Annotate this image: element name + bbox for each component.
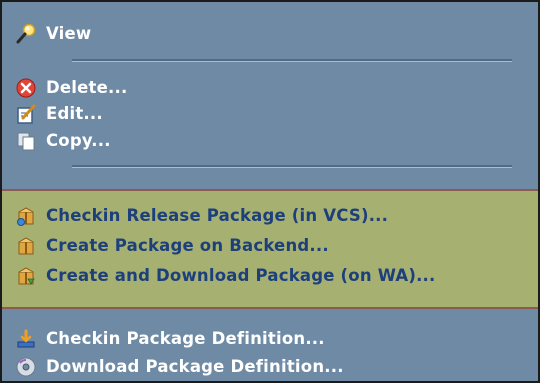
download-definition-icon [15, 356, 37, 378]
delete-icon [15, 77, 37, 99]
package-checkin-icon [15, 205, 37, 227]
menu-item-view[interactable]: View [2, 19, 538, 49]
menu-item-label: Edit... [46, 104, 103, 123]
menu-item-label: Download Package Definition... [46, 357, 344, 376]
checkin-definition-icon [15, 328, 37, 350]
package-create-icon [15, 235, 37, 257]
menu-item-label: Copy... [46, 131, 111, 150]
package-download-icon [15, 265, 37, 287]
separator [72, 59, 512, 62]
menu-item-checkin-package-definition[interactable]: Checkin Package Definition... [2, 324, 538, 354]
edit-icon [15, 103, 37, 125]
menu-item-create-package[interactable]: Create Package on Backend... [2, 231, 538, 261]
copy-icon [15, 130, 37, 152]
menu-item-label: Create and Download Package (on WA)... [46, 266, 436, 285]
menu-item-label: Create Package on Backend... [46, 236, 329, 255]
menu-item-create-download-package[interactable]: Create and Download Package (on WA)... [2, 261, 538, 291]
separator [72, 165, 512, 168]
menu-item-label: Checkin Package Definition... [46, 329, 325, 348]
menu-item-edit[interactable]: Edit... [2, 99, 538, 129]
context-menu: View Delete... Edit... Copy... Checkin R… [0, 0, 540, 383]
magnifier-icon [15, 23, 37, 45]
menu-item-label: View [46, 24, 92, 43]
menu-item-download-package-definition[interactable]: Download Package Definition... [2, 352, 538, 381]
menu-item-label: Checkin Release Package (in VCS)... [46, 206, 389, 225]
menu-item-checkin-release-package[interactable]: Checkin Release Package (in VCS)... [2, 201, 538, 231]
menu-item-copy[interactable]: Copy... [2, 126, 538, 156]
